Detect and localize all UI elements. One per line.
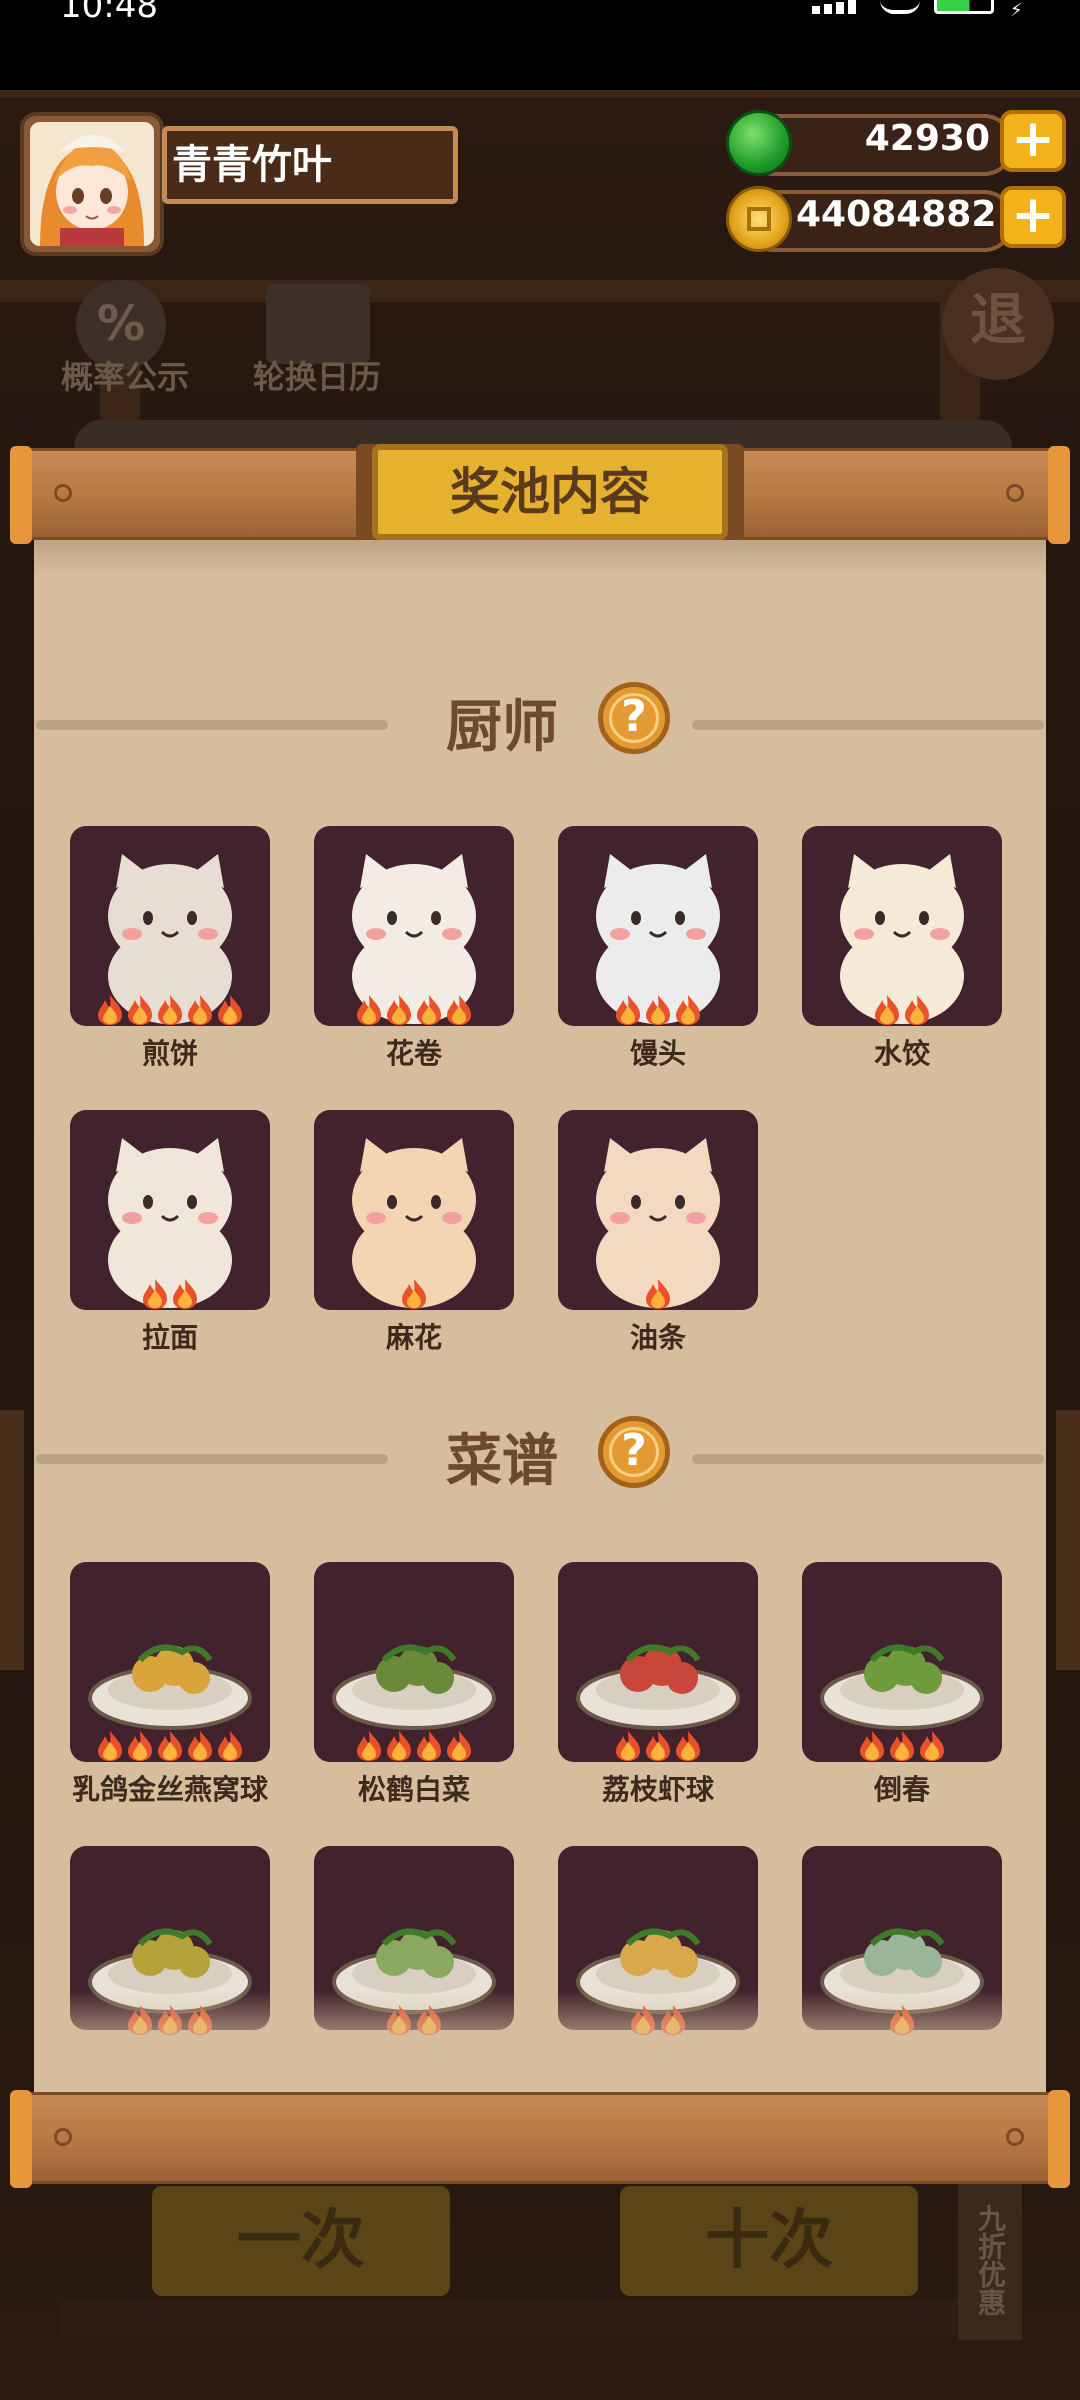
chef-name: 水饺 xyxy=(873,1037,930,1070)
flame-icon xyxy=(387,995,411,1025)
chef-name: 煎饼 xyxy=(141,1037,198,1070)
gold-coin-icon xyxy=(726,186,792,252)
status-time: 10:48 xyxy=(60,0,158,26)
flame-icon xyxy=(143,1279,167,1309)
chef-help-button[interactable]: ? xyxy=(598,682,670,754)
recipe-name: 松鹤白菜 xyxy=(357,1773,470,1806)
nail-icon xyxy=(54,484,72,502)
flame-icon xyxy=(128,1731,152,1761)
chef-rating xyxy=(558,1278,758,1312)
chef-name: 油条 xyxy=(629,1321,686,1354)
avatar[interactable] xyxy=(30,122,154,246)
flame-icon xyxy=(905,995,929,1025)
panel-title: 奖池内容 xyxy=(450,463,650,521)
flame-icon xyxy=(447,1731,471,1761)
flame-icon xyxy=(676,1731,700,1761)
plank-end-left xyxy=(10,2090,32,2188)
chef-rating xyxy=(802,994,1002,1028)
flame-icon xyxy=(357,1731,381,1761)
flame-icon xyxy=(646,1731,670,1761)
gold-amount: 44084882 xyxy=(796,194,997,235)
flame-icon xyxy=(890,1731,914,1761)
chef-name: 麻花 xyxy=(385,1321,442,1354)
recipe-rating xyxy=(558,1730,758,1764)
plank-end-right xyxy=(1048,2090,1070,2188)
add-gold-button[interactable]: + xyxy=(1000,186,1066,248)
exit-button[interactable]: 退 xyxy=(942,268,1054,380)
flame-icon xyxy=(646,995,670,1025)
recipe-name: 乳鸽金丝燕窝球 xyxy=(71,1773,268,1806)
section-divider xyxy=(692,1454,1044,1464)
flame-icon xyxy=(616,995,640,1025)
flame-icon xyxy=(173,1279,197,1309)
recipe-name: 倒春 xyxy=(873,1773,930,1806)
flame-icon xyxy=(158,1731,182,1761)
recipe-name: 荔枝虾球 xyxy=(601,1773,714,1806)
panel-bottom-plank xyxy=(14,2092,1064,2184)
single-draw-button[interactable]: 一次 xyxy=(152,2186,450,2296)
chef-name: 馒头 xyxy=(629,1037,686,1070)
chef-section-title: 厨师 xyxy=(446,695,558,760)
section-divider xyxy=(36,1454,388,1464)
flame-icon xyxy=(158,995,182,1025)
signal-icon xyxy=(812,0,862,14)
flame-icon xyxy=(417,1731,441,1761)
jade-coin-icon xyxy=(726,110,792,176)
flame-icon xyxy=(417,995,441,1025)
flame-icon xyxy=(447,995,471,1025)
chef-name: 花卷 xyxy=(385,1037,442,1070)
section-divider xyxy=(36,720,388,730)
flame-icon xyxy=(387,1731,411,1761)
flame-icon xyxy=(920,1731,944,1761)
flame-icon xyxy=(676,995,700,1025)
recipe-rating xyxy=(802,1730,1002,1764)
discount-tag: 九折优惠 xyxy=(958,2180,1022,2340)
flame-icon xyxy=(188,995,212,1025)
chef-name: 拉面 xyxy=(141,1321,198,1354)
status-bar xyxy=(0,0,1080,90)
nail-icon xyxy=(1006,2128,1024,2146)
flame-icon xyxy=(218,995,242,1025)
flame-icon xyxy=(128,995,152,1025)
player-name: 青青竹叶 xyxy=(172,142,332,188)
jade-amount: 42930 xyxy=(864,118,990,159)
flame-icon xyxy=(616,1731,640,1761)
panel-bottom-fade xyxy=(34,1990,1046,2090)
chef-rating xyxy=(558,994,758,1028)
recipe-rating xyxy=(314,1730,514,1764)
chef-rating xyxy=(70,994,270,1028)
flame-icon xyxy=(98,1731,122,1761)
flame-icon xyxy=(875,995,899,1025)
flame-icon xyxy=(860,1731,884,1761)
charging-icon: ⚡ xyxy=(1010,0,1023,21)
battery-icon xyxy=(934,0,994,14)
chef-rating xyxy=(314,994,514,1028)
flame-icon xyxy=(402,1279,426,1309)
chef-rating xyxy=(314,1278,514,1312)
nail-icon xyxy=(1006,484,1024,502)
ten-draw-button[interactable]: 十次 xyxy=(620,2186,918,2296)
chef-rating xyxy=(70,1278,270,1312)
probability-button-label[interactable]: 概率公示 xyxy=(20,352,230,398)
avatar-girl-icon xyxy=(30,122,154,246)
flame-icon xyxy=(646,1279,670,1309)
recipe-section-title: 菜谱 xyxy=(446,1429,558,1494)
plank-end-right xyxy=(1048,446,1070,544)
flame-icon xyxy=(98,995,122,1025)
flame-icon xyxy=(218,1731,242,1761)
flame-icon xyxy=(188,1731,212,1761)
plank-end-left xyxy=(10,446,32,544)
add-jade-button[interactable]: + xyxy=(1000,110,1066,172)
recipe-rating xyxy=(70,1730,270,1764)
nail-icon xyxy=(54,2128,72,2146)
flame-icon xyxy=(357,995,381,1025)
calendar-button-label[interactable]: 轮换日历 xyxy=(212,352,422,398)
recipe-help-button[interactable]: ? xyxy=(598,1416,670,1488)
section-divider xyxy=(692,720,1044,730)
